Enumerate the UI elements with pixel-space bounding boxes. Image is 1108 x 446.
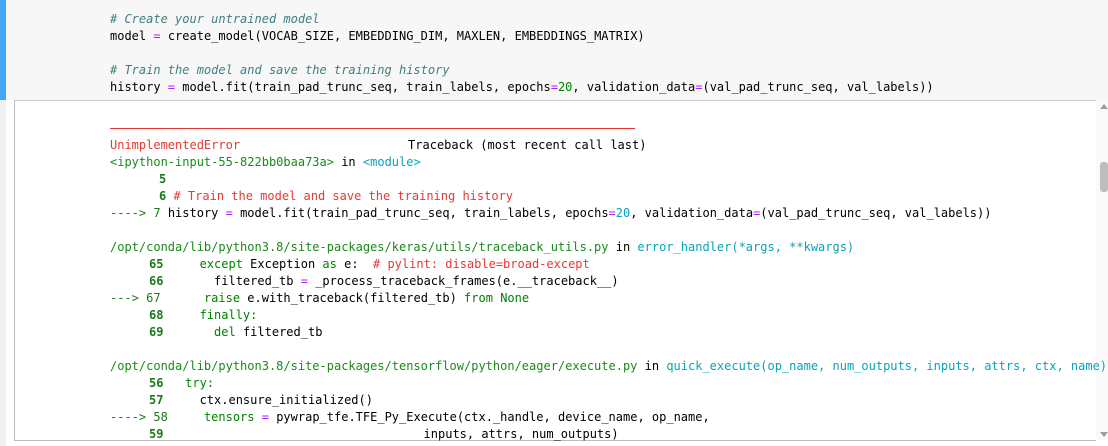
frame3-line-58: ----> 58 tensors = pywrap_tfe.TFE_Py_Exe… [110, 410, 710, 424]
scroll-up-icon[interactable] [1100, 104, 1108, 109]
frame2-location: /opt/conda/lib/python3.8/site-packages/k… [110, 240, 855, 254]
frame3-line-56: 56 try: [149, 376, 215, 390]
traceback-header: UnimplementedError Traceback (most recent… [110, 138, 647, 152]
frame1-line-7: ----> 7 history = model.fit(train_pad_tr… [110, 206, 992, 220]
frame1-location: <ipython-input-55-822bb0baa73a> in <modu… [110, 155, 421, 169]
output-top-border [14, 100, 1096, 101]
output-left-gutter [0, 100, 6, 446]
traceback-separator [110, 128, 635, 129]
frame1-line-5: 5 [159, 172, 167, 186]
frame3-line-57: 57 ctx.ensure_initialized() [149, 393, 373, 407]
frame1-line-6: 6 # Train the model and save the trainin… [159, 189, 514, 203]
frame3-line-59: 59 inputs, attrs, num_outputs) [149, 427, 619, 441]
code-line-fit: history = model.fit(train_pad_trunc_seq,… [110, 80, 934, 94]
scrollbar-thumb[interactable] [1100, 162, 1108, 192]
frame3-location: /opt/conda/lib/python3.8/site-packages/t… [110, 359, 1108, 373]
frame2-line-65: 65 except Exception as e: # pylint: disa… [149, 257, 590, 271]
code-comment-line: # Create your untrained model [110, 12, 320, 26]
code-input-cell[interactable]: # Create your untrained model model = cr… [0, 0, 1108, 100]
frame2-line-66: 66 filtered_tb = _process_traceback_fram… [149, 274, 619, 288]
code-line-create-model: model = create_model(VOCAB_SIZE, EMBEDDI… [110, 29, 645, 43]
cell-selection-bar [0, 0, 6, 100]
output-scrollbar[interactable] [1096, 100, 1108, 440]
frame2-line-67: ---> 67 raise e.with_traceback(filtered_… [110, 291, 530, 305]
scroll-down-icon[interactable] [1100, 432, 1108, 437]
output-left-border [14, 100, 15, 440]
frame2-line-69: 69 del filtered_tb [149, 325, 323, 339]
code-comment-line: # Train the model and save the training … [110, 63, 450, 77]
frame2-line-68: 68 finally: [149, 308, 258, 322]
